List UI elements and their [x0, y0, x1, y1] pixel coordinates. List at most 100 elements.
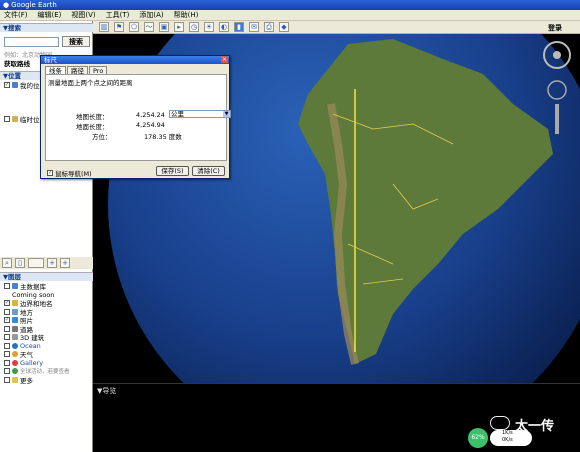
folder-icon — [12, 115, 18, 122]
email-icon[interactable]: ✉ — [249, 22, 259, 32]
checkbox-icon[interactable]: ✓ — [47, 170, 53, 176]
record-tour-icon[interactable]: ▸ — [174, 22, 184, 32]
folder-icon — [12, 82, 18, 89]
layer-item[interactable]: 3D 建筑 — [0, 333, 93, 342]
ruler-pane: 测量地面上两个点之间的距离 地图长度： 4,254.24 公里 ▼ 地面长度： 4… — [45, 74, 231, 161]
photos-icon — [12, 317, 18, 324]
look-joystick-icon[interactable] — [547, 80, 567, 100]
heading-value: 178.35 度数 — [144, 133, 182, 141]
checkbox-icon[interactable]: ✓ — [4, 82, 10, 89]
dialog-title: 标尺 — [41, 56, 229, 64]
weather-icon — [12, 351, 18, 358]
map-length-value: 4,254.24 — [136, 111, 165, 119]
checkbox-icon[interactable]: ✓ — [4, 317, 10, 324]
search-header[interactable]: ▼搜索 — [0, 23, 93, 32]
buildings-icon — [12, 334, 18, 341]
layer-item[interactable]: ✓ 边界和地名 — [0, 299, 93, 308]
checkbox-icon[interactable] — [4, 368, 10, 375]
placemark-icon[interactable]: ⚑ — [114, 22, 124, 32]
checkbox-icon[interactable] — [4, 342, 10, 349]
sunlight-icon[interactable]: ☀ — [204, 22, 214, 32]
ground-length-value: 4,254.94 — [136, 121, 165, 129]
get-directions-link[interactable]: 获取路线 — [4, 58, 30, 68]
menu-file[interactable]: 文件(F) — [4, 10, 28, 20]
search-places-icon[interactable]: ⌕ — [2, 258, 12, 268]
layer-item[interactable]: Gallery — [0, 359, 93, 368]
gallery-icon — [12, 359, 18, 366]
app-icon: ● — [3, 1, 10, 9]
network-status: 1K/s 0K/s — [490, 430, 532, 446]
save-button[interactable]: 保存(S) — [156, 166, 189, 176]
search-input[interactable] — [4, 37, 59, 47]
chevron-down-icon[interactable]: ▼ — [223, 111, 230, 117]
polygon-icon[interactable]: ⬠ — [129, 22, 139, 32]
heading-label: 方位： — [92, 133, 112, 141]
ruler-icon[interactable]: ▮ — [234, 22, 244, 32]
layer-item[interactable]: 全球活动，若要查看 — [0, 367, 93, 376]
roads-icon — [12, 325, 18, 332]
title-bar: ● Google Earth — [0, 0, 580, 10]
print-icon[interactable]: ⎙ — [264, 22, 274, 32]
historical-imagery-icon[interactable]: ◷ — [189, 22, 199, 32]
checkbox-icon[interactable] — [4, 115, 10, 122]
checkbox-icon[interactable] — [4, 359, 10, 366]
move-up-icon[interactable]: + — [47, 258, 57, 268]
borders-icon — [12, 300, 18, 307]
ruler-tabs: 线条 路径 Pro — [45, 66, 108, 75]
clear-button[interactable]: 清除(C) — [192, 166, 225, 176]
checkbox-icon[interactable] — [4, 283, 10, 290]
menu-edit[interactable]: 编辑(E) — [38, 10, 62, 20]
tab-line[interactable]: 线条 — [45, 66, 66, 75]
compass-center-icon[interactable] — [553, 51, 561, 59]
menu-add[interactable]: 添加(A) — [139, 10, 163, 20]
navigation-controls[interactable] — [540, 38, 574, 138]
image-overlay-icon[interactable]: ▣ — [159, 22, 169, 32]
search-button[interactable]: 搜索 — [62, 36, 90, 47]
layer-item[interactable]: 道路 — [0, 325, 93, 334]
unit-select[interactable]: 公里 ▼ — [169, 110, 231, 118]
checkbox-icon[interactable] — [4, 308, 10, 315]
mouse-nav-checkbox[interactable]: ✓ 鼠标导航(M) — [47, 168, 92, 178]
view-toggle-icon[interactable]: ▯ — [15, 258, 25, 268]
database-icon — [12, 283, 18, 290]
toolbar: ▥ ⚑ ⬠ 〜 ▣ ▸ ◷ ☀ ◐ ▮ ✉ ⎙ ◆ — [93, 21, 580, 34]
path-icon[interactable]: 〜 — [144, 22, 154, 32]
layer-item[interactable]: 天气 — [0, 350, 93, 359]
places-toolbar: ⌕ ▯ + + — [0, 257, 93, 269]
places-icon — [12, 308, 18, 315]
layer-item[interactable]: 主数据库 — [0, 282, 93, 291]
menu-tools[interactable]: 工具(T) — [106, 10, 130, 20]
checkbox-icon[interactable]: ✓ — [4, 300, 10, 307]
filter-field[interactable] — [28, 258, 44, 268]
more-icon — [12, 376, 18, 383]
tour-label[interactable]: ▼导览 — [97, 386, 116, 396]
layer-item[interactable]: 地方 — [0, 308, 93, 317]
checkbox-icon[interactable] — [4, 325, 10, 332]
ruler-description: 测量地面上两个点之间的距离 — [48, 79, 133, 87]
layer-item[interactable]: ✓ 照片 — [0, 316, 93, 325]
zoom-slider-icon[interactable] — [555, 104, 559, 134]
window-title: Google Earth — [11, 1, 57, 9]
layer-item[interactable]: 更多 — [0, 376, 93, 385]
checkbox-icon[interactable] — [4, 334, 10, 341]
tab-pro[interactable]: Pro — [89, 66, 108, 75]
close-icon[interactable]: × — [221, 56, 228, 63]
login-button[interactable]: 登录 — [548, 23, 562, 33]
menu-view[interactable]: 视图(V) — [71, 10, 95, 20]
menu-help[interactable]: 帮助(H) — [174, 10, 199, 20]
layers-header[interactable]: ▼图层 — [0, 272, 93, 281]
hide-sidebar-icon[interactable]: ▥ — [99, 22, 109, 32]
speed-badge: 62% — [468, 428, 488, 448]
planets-icon[interactable]: ◐ — [219, 22, 229, 32]
google-maps-icon[interactable]: ◆ — [279, 22, 289, 32]
watermark-icon — [490, 416, 510, 430]
checkbox-icon[interactable] — [4, 376, 10, 383]
move-down-icon[interactable]: + — [60, 258, 70, 268]
map-length-label: 地图长度： — [76, 113, 109, 121]
tab-path[interactable]: 路径 — [67, 66, 88, 75]
layer-item[interactable]: Ocean — [0, 342, 93, 351]
checkbox-icon[interactable] — [4, 351, 10, 358]
layers-list: 主数据库 Coming soon ✓ 边界和地名 地方 ✓ 照片 道路 3D 建筑 … — [0, 282, 93, 385]
menu-bar: 文件(F) 编辑(E) 视图(V) 工具(T) 添加(A) 帮助(H) — [0, 10, 580, 21]
ocean-icon — [12, 342, 18, 349]
